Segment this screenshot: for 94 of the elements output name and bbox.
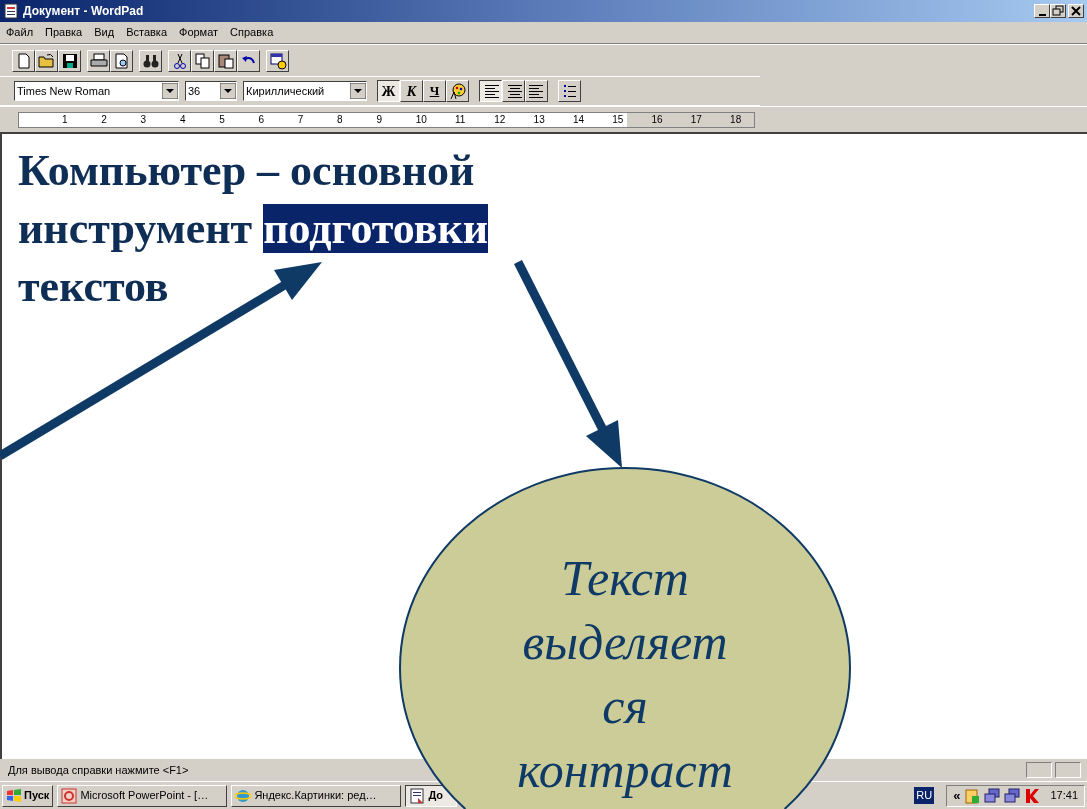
ruler-number: 13 — [533, 113, 545, 126]
start-button[interactable]: Пуск — [2, 784, 54, 807]
new-document-button[interactable] — [12, 49, 35, 72]
menu-item[interactable]: Справка — [228, 24, 276, 41]
bold-button[interactable]: Ж — [377, 80, 400, 102]
callout-text: контраст — [517, 741, 733, 800]
status-text: Для вывода справки нажмите <F1> — [8, 762, 190, 778]
printer-icon — [89, 51, 108, 70]
menu-item[interactable]: Файл — [4, 24, 36, 41]
document-text: инструмент — [18, 204, 254, 253]
dropdown-arrow-icon — [220, 83, 236, 99]
bullets-button[interactable] — [558, 80, 581, 102]
save-button[interactable] — [58, 49, 81, 72]
paste-icon — [216, 51, 235, 70]
clipboard-icon[interactable] — [964, 787, 981, 804]
status-pane — [1026, 762, 1052, 778]
antivirus-icon[interactable] — [1024, 787, 1041, 804]
align-center-icon — [505, 83, 522, 99]
bullet-list-icon — [561, 83, 578, 99]
print-preview-button[interactable] — [110, 49, 133, 72]
window-title: Документ - WordPad — [23, 3, 145, 20]
taskbar-button[interactable]: Яндекс.Картинки: ред… — [231, 784, 402, 807]
color-button[interactable] — [446, 80, 469, 102]
copy-button[interactable] — [191, 49, 214, 72]
tray-expand-button[interactable]: « — [953, 785, 961, 806]
callout-text: ся — [602, 677, 648, 736]
ruler-number: 16 — [651, 113, 663, 126]
paste-button[interactable] — [214, 49, 237, 72]
calendar-clock-icon — [268, 51, 287, 70]
ruler-number: 6 — [258, 113, 265, 126]
minimize-button[interactable] — [1034, 4, 1050, 18]
close-button[interactable] — [1068, 4, 1084, 18]
align-left-button[interactable] — [479, 80, 502, 102]
selected-text: подготовки — [263, 204, 489, 253]
ruler-number: 12 — [494, 113, 506, 126]
align-left-icon — [482, 83, 499, 99]
language-indicator[interactable]: RU — [914, 787, 935, 804]
binoculars-button[interactable] — [139, 49, 162, 72]
align-center-button[interactable] — [502, 80, 525, 102]
windows-logo-icon — [6, 787, 22, 804]
ruler-number: 3 — [140, 113, 147, 126]
ruler-number: 17 — [690, 113, 702, 126]
ruler-number: 14 — [572, 113, 584, 126]
document-text: Компьютер – основной — [18, 146, 475, 195]
menu-item[interactable]: Вид — [92, 24, 117, 41]
open-folder-button[interactable] — [35, 49, 58, 72]
globe-icon — [235, 787, 252, 804]
ruler-number: 18 — [730, 113, 742, 126]
menu-item[interactable]: Формат — [177, 24, 221, 41]
ruler-number: 2 — [101, 113, 107, 126]
network-icon[interactable] — [1004, 787, 1021, 804]
document-icon — [409, 787, 426, 804]
ruler-number: 11 — [455, 113, 466, 126]
open-folder-icon — [37, 51, 56, 70]
underline-button[interactable]: Ч — [423, 80, 446, 102]
italic-button[interactable]: К — [400, 80, 423, 102]
callout-text: Текст — [561, 549, 689, 608]
ruler-number: 10 — [415, 113, 427, 126]
menu-item[interactable]: Правка — [43, 24, 85, 41]
network-icon[interactable] — [984, 787, 1001, 804]
size-dropdown[interactable]: 36 — [185, 81, 237, 101]
restore-button[interactable] — [1050, 4, 1066, 18]
restore-icon — [1051, 4, 1065, 18]
ruler-number: 7 — [297, 113, 304, 126]
calendar-clock-button[interactable] — [266, 49, 289, 72]
align-right-icon — [528, 83, 545, 99]
align-right-button[interactable] — [525, 80, 548, 102]
ruler-number: 15 — [612, 113, 624, 126]
dropdown-arrow-icon — [350, 83, 366, 99]
status-pane — [1055, 762, 1081, 778]
ruler-number: 9 — [376, 113, 382, 126]
slides-icon — [61, 787, 78, 804]
font-dropdown[interactable]: Times New Roman — [14, 81, 179, 101]
save-icon — [60, 51, 79, 70]
copy-icon — [193, 51, 212, 70]
ruler-number: 4 — [179, 113, 186, 126]
undo-button[interactable] — [237, 49, 260, 72]
callout-text: выделяет — [522, 613, 728, 672]
taskbar-button[interactable]: Microsoft PowerPoint - [… — [57, 784, 228, 807]
clock: 17:41 — [1050, 788, 1078, 804]
script-dropdown[interactable]: Кириллический — [243, 81, 367, 101]
menu-item[interactable]: Вставка — [124, 24, 169, 41]
palette-icon — [449, 83, 466, 99]
ruler-number: 8 — [337, 113, 343, 126]
printer-button[interactable] — [87, 49, 110, 72]
document-text: текстов — [18, 262, 169, 311]
dropdown-arrow-icon — [162, 83, 178, 99]
document-icon[interactable] — [3, 3, 19, 19]
ruler-number: 1 — [62, 113, 68, 126]
close-icon — [1069, 4, 1083, 18]
print-preview-icon — [112, 51, 131, 70]
cut-button[interactable] — [168, 49, 191, 72]
minimize-icon — [1038, 13, 1046, 16]
ruler-number: 5 — [219, 113, 225, 126]
